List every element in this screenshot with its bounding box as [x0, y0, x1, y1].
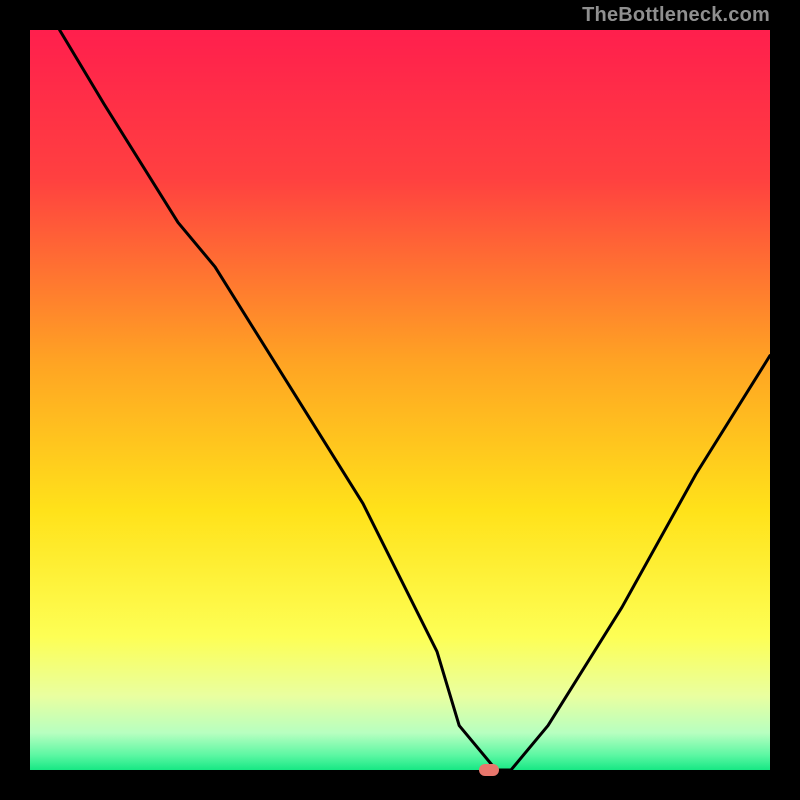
plot-area	[30, 30, 770, 770]
watermark-text: TheBottleneck.com	[582, 4, 770, 27]
background-gradient	[30, 30, 770, 770]
chart-frame: TheBottleneck.com	[0, 0, 800, 800]
optimal-marker	[479, 764, 499, 776]
